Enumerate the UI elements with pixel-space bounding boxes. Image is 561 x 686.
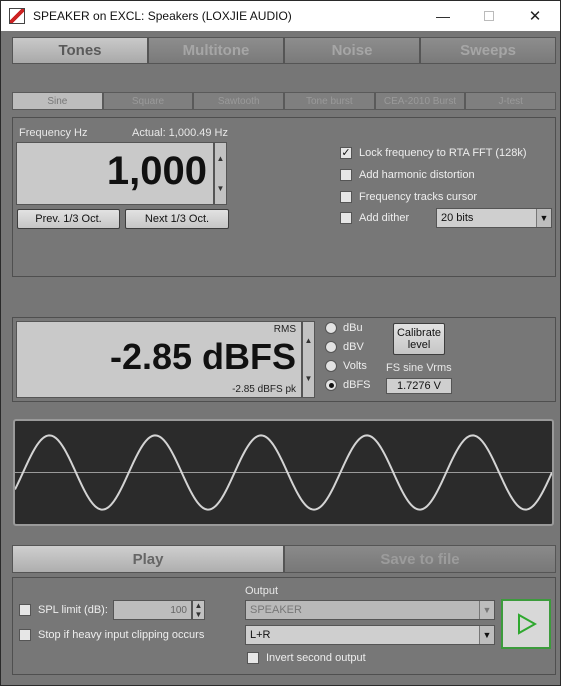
tab-j-test[interactable]: J-test [465,92,557,110]
frequency-spinner[interactable]: ▲ ▼ [214,142,227,205]
main-tabs: Tones Multitone Noise Sweeps [12,37,556,64]
play-button[interactable] [501,599,551,649]
calibrate-level-button[interactable]: Calibrate level [393,323,445,355]
spin-down-icon[interactable]: ▼ [303,360,314,398]
app-icon [9,8,25,24]
frequency-label: Frequency Hz [19,127,88,139]
fs-sine-label: FS sine Vrms [386,362,452,374]
maximize-button[interactable] [466,1,512,31]
dither-checkbox[interactable]: Add dither [340,212,409,224]
output-channels-select[interactable]: L+R ▼ [245,625,495,645]
invert-output-checkbox[interactable]: Invert second output [247,652,366,664]
peak-level: -2.85 dBFS pk [232,384,296,395]
tab-noise[interactable]: Noise [284,37,420,64]
chevron-down-icon: ▼ [479,601,494,619]
waveform-scope [13,419,554,526]
waveform-tabs: Sine Square Sawtooth Tone burst CEA-2010… [12,92,557,110]
lock-fft-checkbox[interactable]: ✓ Lock frequency to RTA FFT (128k) [340,147,527,159]
window-title: SPEAKER on EXCL: Speakers (LOXJIE AUDIO) [33,9,292,23]
frequency-value: 1,000 [106,149,207,193]
chevron-down-icon: ▼ [479,626,494,644]
generator-window: SPEAKER on EXCL: Speakers (LOXJIE AUDIO)… [0,0,561,686]
spl-limit-input[interactable]: 100 [113,600,192,620]
play-icon [518,613,537,635]
spin-up-icon[interactable]: ▲ [215,143,226,174]
tab-square[interactable]: Square [102,92,194,110]
fs-sine-value[interactable]: 1.7276 V [386,378,452,394]
tab-tone-burst[interactable]: Tone burst [284,92,375,110]
minimize-button[interactable]: — [420,1,466,31]
dither-bits-select[interactable]: 20 bits ▼ [436,208,552,228]
unit-volts-radio[interactable]: Volts [325,360,367,372]
close-icon: ✕ [528,8,542,25]
tab-multitone[interactable]: Multitone [148,37,284,64]
tab-sweeps[interactable]: Sweeps [420,37,556,64]
close-button[interactable]: ✕ [512,1,558,31]
rms-label: RMS [273,324,296,335]
level-value: -2.85 dBFS [109,336,296,377]
tab-sine[interactable]: Sine [12,92,103,110]
chevron-down-icon: ▼ [536,209,551,227]
stop-clipping-checkbox[interactable]: Stop if heavy input clipping occurs [19,629,204,641]
spin-down-icon[interactable]: ▼ [193,610,204,619]
output-device-select[interactable]: SPEAKER ▼ [245,600,495,620]
output-label: Output [245,585,279,597]
spl-limit-checkbox[interactable]: SPL limit (dB): [19,604,108,616]
sine-wave [14,434,553,511]
spl-spinner[interactable]: ▲ ▼ [192,600,205,620]
frequency-display[interactable]: 1,000 [16,142,214,205]
unit-dbv-radio[interactable]: dBV [325,341,364,353]
tracks-cursor-checkbox[interactable]: Frequency tracks cursor [340,191,477,203]
save-to-file-tab[interactable]: Save to file [284,545,556,573]
actual-frequency: Actual: 1,000.49 Hz [132,127,229,139]
tab-cea-2010-burst[interactable]: CEA-2010 Burst [374,92,466,110]
prev-octave-button[interactable]: Prev. 1/3 Oct. [17,209,120,229]
level-spinner[interactable]: ▲ ▼ [302,321,315,398]
tab-sawtooth[interactable]: Sawtooth [193,92,285,110]
unit-dbu-radio[interactable]: dBu [325,322,363,334]
spin-down-icon[interactable]: ▼ [215,174,226,205]
checkbox-checked-icon: ✓ [340,147,352,159]
tab-tones[interactable]: Tones [12,37,148,64]
level-display[interactable]: RMS -2.85 dBFS -2.85 dBFS pk [16,321,302,398]
maximize-icon [484,11,494,21]
next-octave-button[interactable]: Next 1/3 Oct. [125,209,229,229]
unit-dbfs-radio[interactable]: dBFS [325,379,371,391]
title-bar: SPEAKER on EXCL: Speakers (LOXJIE AUDIO)… [1,1,560,31]
harmonic-distortion-checkbox[interactable]: Add harmonic distortion [340,169,475,181]
spin-up-icon[interactable]: ▲ [193,601,204,610]
play-tab[interactable]: Play [12,545,284,573]
spin-up-icon[interactable]: ▲ [303,322,314,360]
